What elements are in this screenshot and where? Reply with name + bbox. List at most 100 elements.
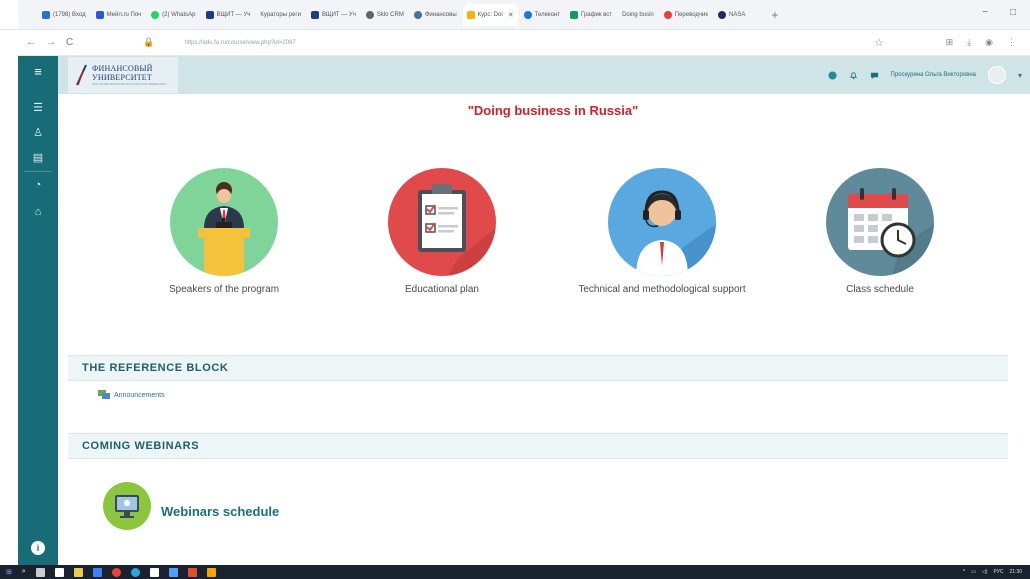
dashboard-icon[interactable]: ◔ — [18, 179, 58, 191]
sidebar-divider — [24, 171, 52, 172]
tab-favicon-icon — [663, 10, 672, 19]
participants-icon[interactable]: ♙ — [18, 126, 58, 139]
card-label[interactable]: Technical and methodological support — [552, 284, 772, 295]
back-icon[interactable]: ← — [26, 37, 36, 48]
skype-icon[interactable] — [130, 567, 140, 577]
browser-tab[interactable]: Телеконт — [520, 4, 564, 26]
app-icon[interactable] — [149, 567, 159, 577]
volume-icon[interactable]: ◁) — [982, 569, 988, 575]
logo-mark-icon — [76, 64, 87, 86]
url-field[interactable]: https://edu.fa.ru/course/view.php?id=208… — [184, 40, 295, 46]
new-tab-icon[interactable]: + — [771, 8, 778, 22]
tab-favicon-icon — [466, 10, 475, 19]
address-bar: ← → C 🔒 https://edu.fa.ru/course/view.ph… — [18, 30, 1030, 56]
browser-tab[interactable]: Кураторы реги — [256, 4, 305, 26]
clipboard-icon — [388, 168, 496, 276]
browser-tab[interactable]: NASA — [714, 4, 749, 26]
maximize-button[interactable]: □ — [1010, 7, 1016, 18]
courses-icon[interactable]: ⌂ — [18, 206, 58, 218]
checklist-clipboard-illustration — [418, 184, 496, 276]
tab-favicon-icon — [523, 10, 532, 19]
speakers-icon — [170, 168, 278, 276]
bell-icon[interactable] — [849, 71, 858, 80]
reference-block-section: THE REFERENCE BLOCK — [68, 355, 1008, 381]
browser-tab[interactable]: (2) WhatsAp — [147, 4, 199, 26]
page-title: "Doing business in Russia" — [467, 103, 639, 118]
webinars-section: COMING WEBINARS — [68, 433, 1008, 459]
university-logo[interactable]: ФИНАНСОВЫЙ УНИВЕРСИТЕТ ПРИ ПРАВИТЕЛЬСТВЕ… — [68, 57, 178, 93]
search-icon[interactable]: ⌕ — [22, 568, 26, 576]
forward-icon[interactable]: → — [46, 37, 56, 48]
monitor-illustration — [115, 495, 139, 518]
card-class-schedule[interactable]: Class schedule — [770, 168, 990, 295]
card-speakers[interactable]: Speakers of the program — [114, 168, 334, 295]
webinars-schedule-link[interactable]: Webinars schedule — [103, 482, 279, 530]
avatar[interactable] — [987, 66, 1006, 84]
announcements-label[interactable]: Announcements — [114, 392, 165, 399]
lock-icon: 🔒 — [143, 37, 155, 47]
windows-start-icon[interactable]: ⊞ — [6, 568, 12, 576]
card-label[interactable]: Class schedule — [770, 284, 990, 295]
browser-tab[interactable]: Doing busin — [618, 4, 658, 26]
extensions-icon[interactable]: ⊞ — [946, 37, 954, 48]
announcements-link[interactable]: Announcements — [98, 390, 165, 400]
browser-tab[interactable]: График вст — [566, 4, 616, 26]
card-educational-plan[interactable]: Educational plan — [332, 168, 552, 295]
chrome-icon[interactable] — [111, 567, 121, 577]
store-icon[interactable] — [54, 567, 64, 577]
chevron-down-icon[interactable]: ▾ — [1018, 71, 1022, 80]
language-indicator[interactable]: РУС — [993, 569, 1003, 575]
browser-tab[interactable]: Финансовы — [410, 4, 461, 26]
list-icon[interactable]: ☰ — [18, 101, 58, 114]
browser-tab[interactable]: Мейл.ru Поч — [92, 4, 146, 26]
card-label[interactable]: Educational plan — [332, 284, 552, 295]
header-user-area: Проскурина Ольга Викторовна ▾ — [827, 66, 1022, 84]
tab-favicon-icon — [310, 10, 319, 19]
minimize-button[interactable]: − — [982, 7, 988, 18]
card-label[interactable]: Speakers of the program — [114, 284, 334, 295]
close-tab-icon[interactable]: ✕ — [508, 11, 514, 19]
task-view-icon[interactable] — [35, 567, 45, 577]
grades-icon[interactable]: ▤ — [18, 151, 58, 164]
mail-icon[interactable] — [92, 567, 102, 577]
clock[interactable]: 21:30 — [1009, 569, 1022, 575]
reload-icon[interactable]: C — [66, 37, 73, 48]
webinars-heading: COMING WEBINARS — [68, 433, 1008, 459]
tab-favicon-icon — [570, 10, 579, 19]
browser-tab[interactable]: (1798) Вход — [38, 4, 90, 26]
user-name[interactable]: Проскурина Ольга Викторовна — [891, 72, 976, 78]
network-icon[interactable]: ▭ — [971, 569, 976, 575]
forum-icon — [98, 390, 110, 399]
tab-favicon-icon — [151, 10, 160, 19]
browser-tab[interactable]: Sklo CRM — [362, 4, 408, 26]
messages-icon[interactable] — [870, 71, 879, 80]
browser-tab[interactable]: Переводчик — [660, 4, 712, 26]
logo-line-1: ФИНАНСОВЫЙ — [92, 64, 153, 73]
webinars-schedule-label[interactable]: Webinars schedule — [161, 504, 279, 519]
info-icon[interactable]: i — [31, 541, 45, 555]
browser-tab-active[interactable]: Курс: Doi ✕ — [462, 3, 518, 26]
tray-up-icon[interactable]: ^ — [963, 569, 965, 575]
card-technical-support[interactable]: Technical and methodological support — [552, 168, 772, 295]
browser-tab-strip: (1798) Вход Мейл.ru Поч (2) WhatsAp ВЩИТ… — [0, 0, 1030, 30]
tab-favicon-icon — [413, 10, 422, 19]
calendar-clock-illustration — [848, 188, 934, 276]
teams-icon[interactable] — [168, 567, 178, 577]
profile-icon[interactable]: ◉ — [985, 37, 993, 48]
tab-favicon-icon — [42, 10, 50, 19]
speaker-at-podium-illustration — [198, 182, 250, 276]
tab-favicon-icon — [95, 10, 104, 19]
browser-tab[interactable]: ВЩИТ — Уч — [202, 4, 255, 26]
calendar-clock-icon — [826, 168, 934, 276]
menu-icon[interactable]: ⋮ — [1007, 37, 1016, 48]
status-dot-icon[interactable] — [827, 70, 837, 80]
browser-toolbar-icons: ⊞ ⤓ ◉ ⋮ — [946, 37, 1016, 48]
hamburger-menu-icon[interactable]: ≡ — [18, 64, 58, 79]
office-icon[interactable] — [187, 567, 197, 577]
folder-icon[interactable] — [206, 567, 216, 577]
browser-tab[interactable]: ВЩИТ — Уч — [307, 4, 360, 26]
explorer-icon[interactable] — [73, 567, 83, 577]
download-icon[interactable]: ⤓ — [967, 37, 971, 48]
tab-favicon-icon — [205, 10, 214, 19]
bookmark-star-icon[interactable]: ☆ — [874, 36, 884, 49]
